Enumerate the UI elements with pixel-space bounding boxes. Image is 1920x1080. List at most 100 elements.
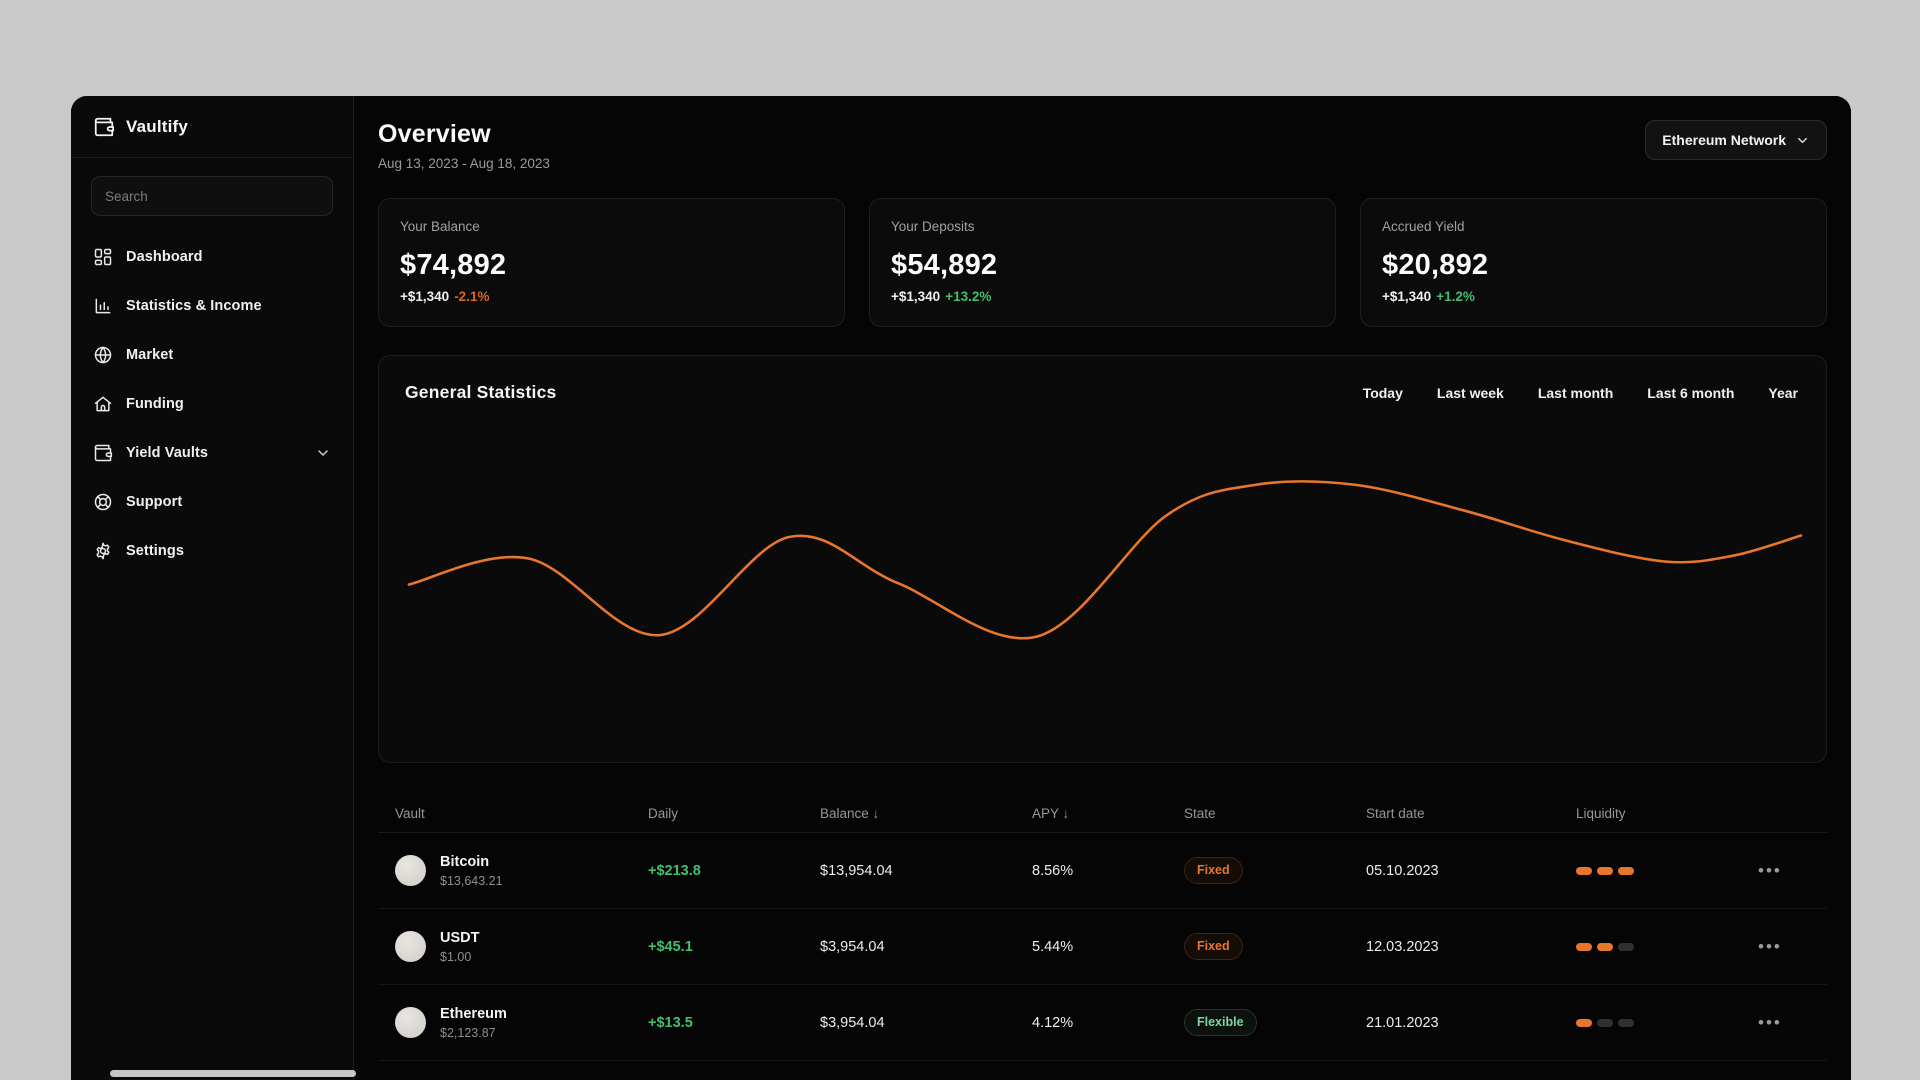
dashboard-icon bbox=[94, 248, 112, 265]
liquidity-pill bbox=[1597, 1018, 1613, 1027]
stat-card-delta-pct: -2.1% bbox=[454, 289, 490, 304]
sidebar-item-funding[interactable]: Funding bbox=[79, 379, 345, 428]
apy-cell: 5.44% bbox=[1032, 938, 1074, 955]
horizontal-scrollbar-thumb[interactable] bbox=[110, 1070, 356, 1077]
statistics-line-chart bbox=[407, 480, 1803, 640]
main-content: Overview Aug 13, 2023 - Aug 18, 2023 Eth… bbox=[354, 96, 1851, 1080]
balance-cell: $3,954.04 bbox=[820, 938, 885, 955]
general-statistics-card: General Statistics Today Last week Last mo… bbox=[378, 355, 1827, 763]
wallet-logo-icon bbox=[94, 117, 115, 137]
bank-icon bbox=[94, 396, 112, 411]
liquidity-pill bbox=[1597, 866, 1613, 875]
column-header-balance[interactable]: Balance ↓ bbox=[820, 806, 1032, 821]
gear-icon bbox=[96, 542, 110, 559]
sidebar-nav: Dashboard Statistics & Income Market Fundin… bbox=[71, 222, 353, 575]
column-header-vault: Vault bbox=[395, 806, 425, 821]
liquidity-cell bbox=[1576, 942, 1758, 951]
liquidity-pill bbox=[1576, 942, 1592, 951]
vault-row-usdt[interactable]: USDT $1.00 +$45.1 $3,954.04 5.44% Fixed … bbox=[378, 909, 1827, 985]
sidebar-item-market[interactable]: Market bbox=[79, 330, 345, 379]
sidebar-item-label: Settings bbox=[126, 542, 184, 559]
balance-cell: $13,954.04 bbox=[820, 862, 893, 879]
liquidity-cell bbox=[1576, 1018, 1758, 1027]
wallet-icon bbox=[94, 444, 113, 461]
row-menu-button[interactable]: ••• bbox=[1758, 861, 1782, 881]
stat-card-accrued-yield: Accrued Yield $20,892 +$1,340 +1.2% bbox=[1360, 198, 1827, 327]
vault-name: Bitcoin bbox=[440, 853, 490, 870]
start-date-cell: 12.03.2023 bbox=[1366, 938, 1439, 955]
stat-card-delta: +$1,340 +13.2% bbox=[891, 289, 992, 304]
coin-icon-usdt bbox=[395, 931, 426, 962]
stat-card-your-deposits: Your Deposits $54,892 +$1,340 +13.2% bbox=[869, 198, 1336, 327]
vault-name: Ethereum bbox=[440, 1005, 507, 1022]
column-header-liquidity: Liquidity bbox=[1576, 806, 1626, 821]
coin-icon-ethereum bbox=[395, 1007, 426, 1038]
stat-card-delta: +$1,340 -2.1% bbox=[400, 289, 490, 304]
row-menu-button[interactable]: ••• bbox=[1758, 937, 1782, 957]
row-menu-button[interactable]: ••• bbox=[1758, 1013, 1782, 1033]
state-cell: Fixed bbox=[1184, 933, 1366, 960]
column-header-start-date: Start date bbox=[1366, 806, 1425, 821]
chevron-down-icon bbox=[1798, 137, 1807, 143]
stat-card-label: Accrued Yield bbox=[1382, 219, 1465, 234]
vaults-table: Vault Daily Balance ↓ APY ↓ State Start date L… bbox=[378, 795, 1827, 1061]
state-badge: Flexible bbox=[1184, 1009, 1257, 1036]
app-title: Vaultify bbox=[126, 117, 189, 136]
vault-price: $2,123.87 bbox=[440, 1025, 496, 1040]
column-header-state: State bbox=[1184, 806, 1216, 821]
sidebar-item-label: Yield Vaults bbox=[126, 444, 209, 461]
liquidity-pill bbox=[1576, 866, 1592, 875]
app-logo: Vaultify bbox=[71, 96, 353, 158]
state-cell: Flexible bbox=[1184, 1009, 1366, 1036]
state-badge: Fixed bbox=[1184, 857, 1243, 884]
globe-icon bbox=[94, 346, 112, 363]
start-date-cell: 05.10.2023 bbox=[1366, 862, 1439, 879]
sidebar-item-label: Statistics & Income bbox=[126, 297, 262, 314]
sidebar-item-statistics-income[interactable]: Statistics & Income bbox=[79, 281, 345, 330]
vault-row-bitcoin[interactable]: Bitcoin $13,643.21 +$213.8 $13,954.04 8.… bbox=[378, 833, 1827, 909]
date-range: Aug 13, 2023 - Aug 18, 2023 bbox=[378, 156, 550, 171]
stat-card-label: Your Balance bbox=[400, 219, 480, 234]
sidebar-item-label: Funding bbox=[126, 395, 184, 412]
stat-card-value: $54,892 bbox=[891, 249, 998, 281]
sidebar: Vaultify Dashboard Statistics & Income Mar… bbox=[71, 96, 354, 1080]
state-cell: Fixed bbox=[1184, 857, 1366, 884]
start-date-cell: 21.01.2023 bbox=[1366, 1014, 1439, 1031]
sidebar-item-yield-vaults[interactable]: Yield Vaults bbox=[79, 428, 345, 477]
sidebar-item-dashboard[interactable]: Dashboard bbox=[79, 232, 345, 281]
apy-cell: 4.12% bbox=[1032, 1014, 1074, 1031]
vault-name: USDT bbox=[440, 929, 480, 946]
stat-card-delta-pct: +13.2% bbox=[945, 289, 992, 304]
table-body: Bitcoin $13,643.21 +$213.8 $13,954.04 8.… bbox=[378, 833, 1827, 1061]
chevron-down-icon bbox=[318, 449, 328, 456]
sidebar-item-label: Support bbox=[126, 493, 183, 510]
chart-line-series bbox=[407, 480, 1803, 640]
table-header-row: Vault Daily Balance ↓ APY ↓ State Start date L… bbox=[378, 795, 1827, 833]
state-badge: Fixed bbox=[1184, 933, 1243, 960]
sidebar-item-support[interactable]: Support bbox=[79, 477, 345, 526]
vault-cell: USDT $1.00 bbox=[378, 930, 648, 964]
column-header-apy[interactable]: APY ↓ bbox=[1032, 806, 1184, 821]
liquidity-pill bbox=[1618, 942, 1634, 951]
sidebar-item-settings[interactable]: Settings bbox=[79, 526, 345, 575]
app-window: Vaultify Dashboard Statistics & Income Mar… bbox=[71, 96, 1851, 1080]
column-header-daily: Daily bbox=[648, 806, 679, 821]
daily-cell: +$45.1 bbox=[648, 938, 693, 955]
page-title: Overview bbox=[378, 120, 491, 148]
stat-card-delta-pct: +1.2% bbox=[1436, 289, 1475, 304]
bar-chart-icon bbox=[95, 298, 111, 313]
stat-card-value: $20,892 bbox=[1382, 249, 1489, 281]
vault-row-ethereum[interactable]: Ethereum $2,123.87 +$13.5 $3,954.04 4.12… bbox=[378, 985, 1827, 1061]
search-input[interactable] bbox=[91, 176, 333, 216]
liquidity-cell bbox=[1576, 866, 1758, 875]
coin-icon-bitcoin bbox=[395, 855, 426, 886]
liquidity-pill bbox=[1618, 866, 1634, 875]
balance-cell: $3,954.04 bbox=[820, 1014, 885, 1031]
lifebuoy-icon bbox=[94, 493, 112, 510]
stat-card-value: $74,892 bbox=[400, 249, 507, 281]
network-selector-button[interactable]: Ethereum Network bbox=[1645, 120, 1827, 160]
network-selector-label: Ethereum Network bbox=[1662, 132, 1786, 148]
stat-card-your-balance: Your Balance $74,892 +$1,340 -2.1% bbox=[378, 198, 845, 327]
stat-card-label: Your Deposits bbox=[891, 219, 975, 234]
apy-cell: 8.56% bbox=[1032, 862, 1074, 879]
